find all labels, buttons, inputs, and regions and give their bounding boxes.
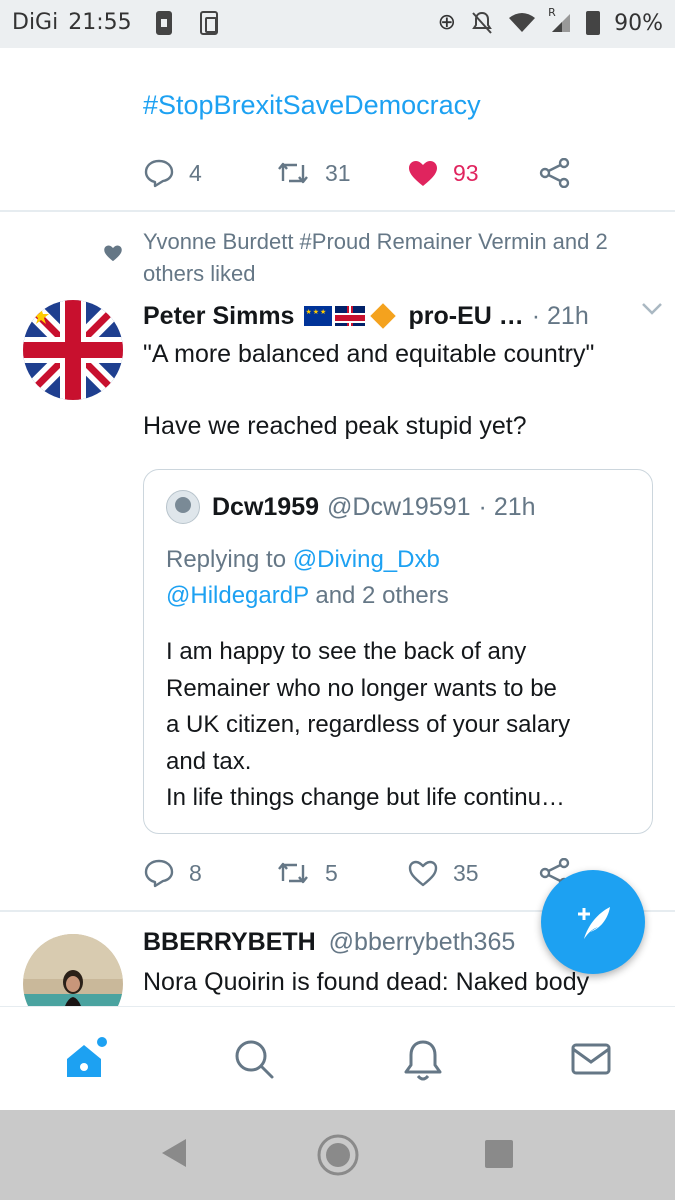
quoted-tweet-card[interactable]: Dcw1959 @Dcw19591 · 21h Replying to @Div…	[143, 469, 653, 834]
replying-suffix: and 2 others	[315, 582, 449, 609]
notifications-icon	[404, 1040, 442, 1081]
uk-flag-icon	[335, 306, 366, 326]
mention-link[interactable]: @Diving_Dxb	[293, 546, 440, 573]
uk-eu-flag-avatar-image	[23, 300, 123, 400]
screenshot-icon	[199, 10, 218, 35]
quoted-author-name: Dcw1959	[212, 492, 320, 521]
mute-icon	[472, 11, 492, 34]
wifi-icon	[509, 13, 536, 32]
tab-notifications[interactable]	[401, 1037, 445, 1081]
timeline[interactable]: #StopBrexitSaveDemocracy 4 31 93 Yvonne …	[0, 48, 675, 1006]
recents-button[interactable]	[483, 1138, 515, 1175]
retweet-button[interactable]: 31	[275, 159, 407, 187]
quoted-text-line: and tax.	[166, 747, 252, 775]
battery-icon	[586, 11, 601, 35]
battery-percent: 90%	[614, 10, 663, 36]
eu-flag-icon	[304, 306, 333, 326]
name-emoji	[304, 303, 398, 329]
reply-icon	[144, 159, 174, 188]
retweet-button[interactable]: 5	[275, 859, 407, 887]
quoted-text-line: Remainer who no longer wants to be	[166, 674, 557, 702]
back-icon	[162, 1139, 186, 1167]
back-button[interactable]	[158, 1135, 190, 1176]
home-circle-icon	[317, 1134, 359, 1176]
compose-tweet-button[interactable]	[541, 870, 645, 974]
replying-to: Replying to @Diving_Dxb @HildegardP and …	[166, 542, 636, 614]
user-photo-avatar-image	[23, 934, 123, 1006]
previous-tweet-actions: 4 31 93	[143, 158, 571, 188]
like-count: 93	[453, 159, 479, 186]
replying-prefix: Replying to	[166, 546, 287, 573]
tweet-time: · 21h	[531, 301, 589, 330]
like-button[interactable]: 35	[407, 859, 539, 887]
hashtag-link[interactable]: #StopBrexitSaveDemocracy	[143, 90, 481, 121]
tab-home[interactable]	[63, 1037, 107, 1081]
reply-count: 8	[189, 859, 202, 886]
chevron-down-icon[interactable]	[641, 302, 663, 316]
liked-context-icon	[104, 245, 122, 262]
avatar[interactable]	[23, 300, 123, 400]
tweet-actions: 8 5 35	[143, 858, 571, 888]
reply-count: 4	[189, 159, 202, 186]
author-name-suffix: pro-EU …	[408, 301, 524, 330]
retweet-count: 31	[325, 159, 351, 186]
tab-search[interactable]	[232, 1037, 276, 1081]
like-count: 35	[453, 859, 479, 886]
status-bar: DiGi 21:55 ⊕ R 90%	[0, 0, 675, 48]
mention-link[interactable]: @HildegardP	[166, 582, 309, 609]
clock: 21:55	[68, 10, 132, 35]
quoted-tweet-time: · 21h	[478, 492, 536, 521]
like-button[interactable]: 93	[407, 159, 539, 187]
compose-feather-icon	[578, 907, 610, 939]
quoted-avatar	[166, 490, 200, 524]
quoted-tweet-text: I am happy to see the back of any Remain…	[166, 634, 636, 817]
reply-icon	[144, 859, 174, 888]
reply-button[interactable]: 8	[143, 858, 275, 888]
system-navigation-bar	[0, 1110, 675, 1200]
share-icon	[539, 158, 570, 188]
heart-outline-icon	[408, 860, 438, 887]
home-nav-button[interactable]	[316, 1133, 360, 1182]
retweet-count: 5	[325, 859, 338, 886]
roaming-label: R	[548, 6, 556, 19]
heart-filled-icon	[409, 161, 437, 186]
reply-button[interactable]: 4	[143, 158, 275, 188]
author-name[interactable]: Peter Simms	[143, 302, 294, 331]
author-handle: @bberrybeth365	[328, 928, 516, 956]
notification-app-icon	[155, 10, 172, 35]
retweet-icon	[278, 862, 308, 884]
bottom-tab-bar	[0, 1006, 675, 1110]
quoted-text-line: In life things change but life continu…	[166, 784, 565, 811]
tab-messages[interactable]	[569, 1037, 613, 1081]
tweet-divider	[0, 210, 675, 212]
share-button[interactable]	[539, 158, 571, 188]
quoted-text-line: I am happy to see the back of any	[166, 638, 527, 665]
quoted-tweet-header: Dcw1959 @Dcw19591 · 21h	[166, 490, 536, 524]
data-saver-icon: ⊕	[437, 10, 457, 35]
recents-square-icon	[485, 1140, 513, 1168]
quoted-author-handle: @Dcw19591	[327, 492, 471, 521]
orange-diamond-icon	[370, 303, 397, 329]
messages-icon	[571, 1043, 611, 1075]
social-context[interactable]: Yvonne Burdett #Proud Remainer Vermin an…	[143, 226, 663, 290]
tweet-header: Peter Simms pro-EU … · 21h	[143, 298, 663, 334]
home-icon	[67, 1037, 107, 1077]
avatar[interactable]	[23, 934, 123, 1006]
tweet-text-line: Have we reached peak stupid yet?	[143, 412, 527, 440]
author-name[interactable]: BBERRYBETH	[143, 928, 316, 956]
retweet-icon	[278, 162, 308, 184]
tweet-text-line: "A more balanced and equitable country"	[143, 340, 595, 368]
search-icon	[235, 1040, 274, 1079]
carrier-label: DiGi	[12, 10, 59, 35]
quoted-text-line: a UK citizen, regardless of your salary	[166, 711, 571, 738]
